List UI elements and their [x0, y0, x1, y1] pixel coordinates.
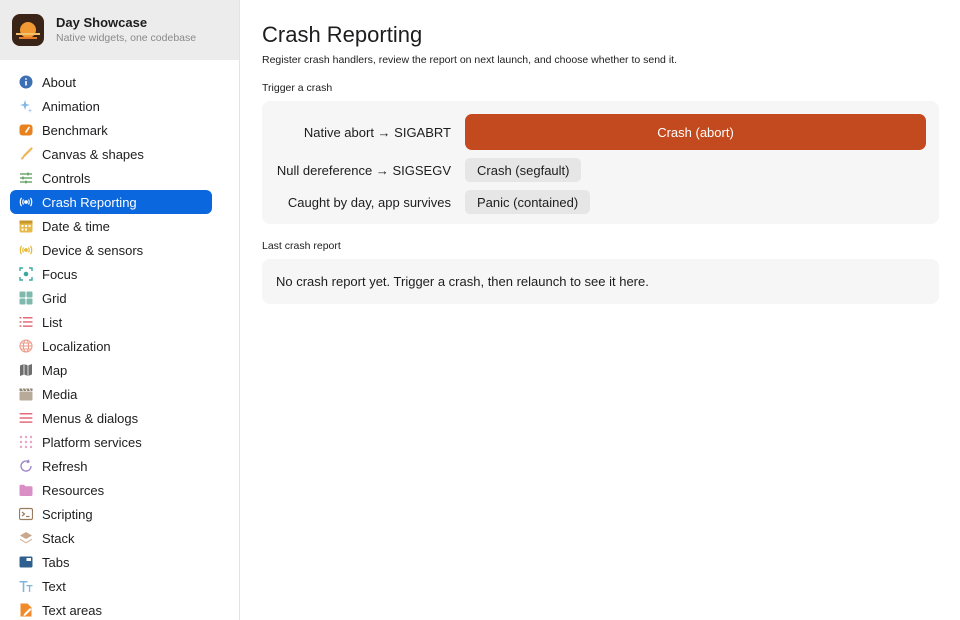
sidebar-item-focus[interactable]: Focus [10, 262, 212, 286]
sidebar-item-device-sensors[interactable]: Device & sensors [10, 238, 212, 262]
sidebar-item-label: Menus & dialogs [42, 410, 139, 426]
panic-contained-button[interactable]: Panic (contained) [465, 190, 591, 214]
sidebar-item-label: Text areas [42, 602, 102, 618]
sidebar-item-canvas-shapes[interactable]: Canvas & shapes [10, 142, 212, 166]
sidebar-item-label: Text [42, 578, 66, 594]
sidebar-item-media[interactable]: Media [10, 382, 212, 406]
sidebar-item-label: Media [42, 386, 78, 402]
sidebar-item-map[interactable]: Map [10, 358, 212, 382]
main-content: Crash Reporting Register crash handlers,… [240, 0, 960, 620]
sidebar-item-label: List [42, 314, 63, 330]
sidebar-item-refresh[interactable]: Refresh [10, 454, 212, 478]
sidebar-item-benchmark[interactable]: Benchmark [10, 118, 212, 142]
calendar-icon [19, 219, 33, 233]
gauge-icon [19, 123, 33, 137]
sidebar-item-grid[interactable]: Grid [10, 286, 212, 310]
sensor-icon [19, 243, 33, 257]
menu-icon [19, 411, 33, 425]
refresh-icon [19, 459, 33, 473]
sidebar-item-label: Platform services [42, 434, 142, 450]
sidebar-item-label: Focus [42, 266, 78, 282]
sidebar-item-label: Crash Reporting [42, 194, 137, 210]
sidebar-item-menus-dialogs[interactable]: Menus & dialogs [10, 406, 212, 430]
sidebar-item-animation[interactable]: Animation [10, 94, 212, 118]
globe-icon [19, 339, 33, 353]
sidebar-item-label: Device & sensors [42, 242, 144, 258]
crash-report-text: No crash report yet. Trigger a crash, th… [276, 274, 649, 289]
app-name: Day Showcase [56, 15, 148, 30]
clapper-icon [19, 387, 33, 401]
sidebar-item-text[interactable]: Text [10, 574, 212, 598]
sidebar-item-crash-reporting[interactable]: Crash Reporting [10, 190, 212, 214]
sidebar-item-text-areas[interactable]: Text areas [10, 598, 212, 620]
sidebar-item-scripting[interactable]: Scripting [10, 502, 212, 526]
sidebar-item-label: Resources [42, 482, 105, 498]
trigger-panel: Native abort → SIGABRT Crash (abort) Nul… [262, 101, 939, 224]
sidebar-item-controls[interactable]: Controls [10, 166, 212, 190]
sidebar-item-label: Localization [42, 338, 111, 354]
app-subtitle: Native widgets, one codebase [56, 32, 197, 44]
crash-report-panel: No crash report yet. Trigger a crash, th… [262, 259, 939, 304]
text-icon [19, 579, 33, 593]
app-header: Day Showcase Native widgets, one codebas… [0, 0, 239, 60]
dots-grid-icon [19, 435, 33, 449]
sidebar-item-label: Refresh [42, 458, 88, 474]
map-icon [19, 363, 33, 377]
app-logo-icon [12, 14, 44, 46]
sidebar-item-label: Tabs [42, 554, 70, 570]
sidebar-item-stack[interactable]: Stack [10, 526, 212, 550]
list-icon [19, 315, 33, 329]
sidebar-item-label: Grid [42, 290, 67, 306]
sidebar-item-date-time[interactable]: Date & time [10, 214, 212, 238]
page-description: Register crash handlers, review the repo… [262, 54, 677, 66]
sidebar-item-label: Animation [42, 98, 100, 114]
grid-icon [19, 291, 33, 305]
sidebar-item-tabs[interactable]: Tabs [10, 550, 212, 574]
sidebar-item-label: Canvas & shapes [42, 146, 144, 162]
crash-segfault-button[interactable]: Crash (segfault) [465, 158, 582, 182]
sidebar-item-label: About [42, 74, 76, 90]
sparkles-icon [19, 99, 33, 113]
trigger-row-abort: Native abort → SIGABRT Crash (abort) [275, 114, 926, 150]
sidebar-item-label: Controls [42, 170, 91, 186]
tabs-icon [19, 555, 33, 569]
brush-icon [19, 147, 33, 161]
terminal-icon [19, 507, 33, 521]
sidebar-item-label: Benchmark [42, 122, 108, 138]
trigger-row-segfault: Null dereference → SIGSEGV Crash (segfau… [275, 158, 926, 182]
folder-icon [19, 483, 33, 497]
trigger-label: Caught by day, app survives [287, 194, 451, 210]
trigger-row-panic: Caught by day, app survives Panic (conta… [275, 190, 926, 214]
crash-abort-button[interactable]: Crash (abort) [465, 114, 926, 150]
sidebar-item-list[interactable]: List [10, 310, 212, 334]
trigger-label: Null dereference → SIGSEGV [276, 162, 451, 178]
trigger-section-label: Trigger a crash [262, 82, 333, 94]
info-icon [19, 75, 33, 89]
page-title: Crash Reporting [262, 22, 423, 47]
text-area-icon [19, 603, 33, 617]
sliders-icon [19, 171, 33, 185]
sidebar-item-about[interactable]: About [10, 70, 212, 94]
broadcast-icon [19, 195, 33, 209]
trigger-label: Native abort → SIGABRT [303, 124, 451, 140]
layers-icon [19, 531, 33, 545]
sidebar-item-resources[interactable]: Resources [10, 478, 212, 502]
report-section-label: Last crash report [262, 240, 341, 252]
sidebar-item-label: Date & time [42, 218, 110, 234]
sidebar-item-label: Map [42, 362, 68, 378]
sidebar-item-localization[interactable]: Localization [10, 334, 212, 358]
sidebar: Day Showcase Native widgets, one codebas… [0, 0, 240, 620]
focus-icon [19, 267, 33, 281]
sidebar-nav: About Animation Benchmark Canvas & shape… [0, 60, 239, 620]
sidebar-item-label: Scripting [42, 506, 93, 522]
sidebar-item-platform-services[interactable]: Platform services [10, 430, 212, 454]
sidebar-item-label: Stack [42, 530, 75, 546]
